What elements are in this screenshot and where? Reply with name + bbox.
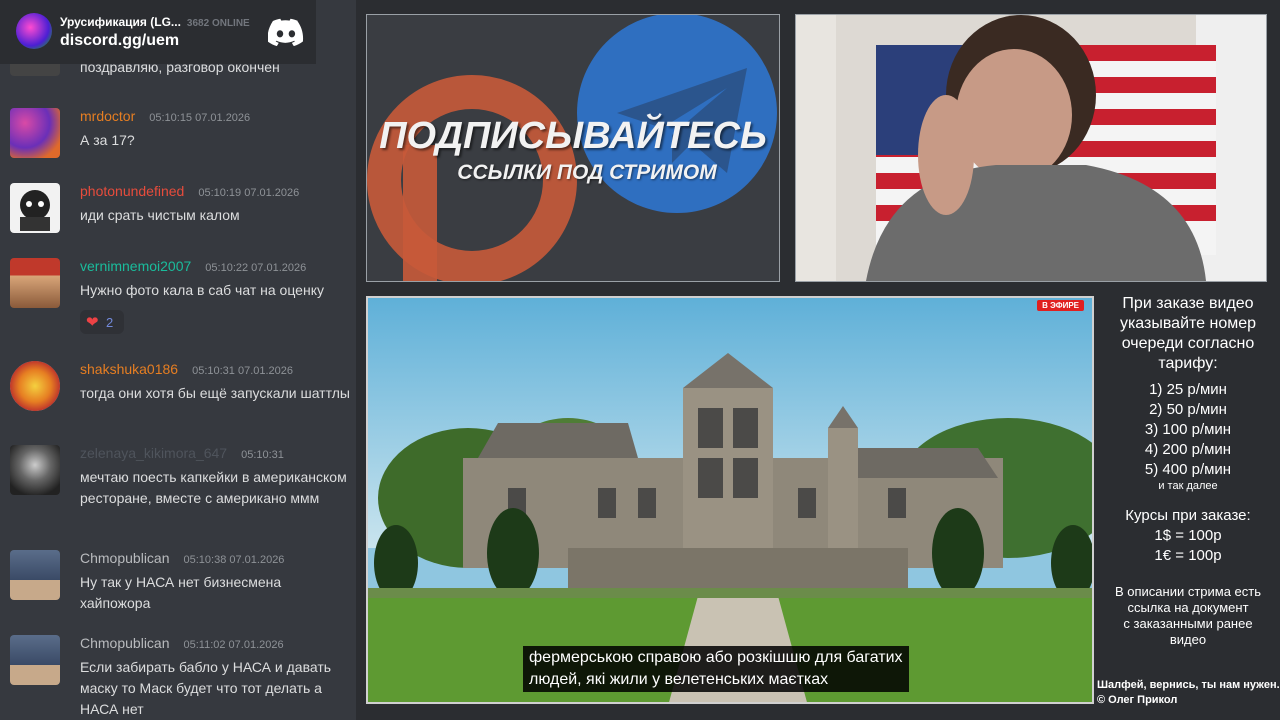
tariff-more: и так далее: [1158, 480, 1218, 492]
timestamp: 05:10:38 07.01.2026: [183, 554, 285, 566]
banner-title: ПОДПИСЫВАЙТЕСЬ: [379, 115, 767, 157]
message-text: Если забирать бабло у НАСА и давать маск…: [80, 659, 332, 717]
banner-subtitle: ССЫЛКИ ПОД СТРИМОМ: [457, 161, 717, 184]
credit-line: © Олег Прикол: [1097, 694, 1178, 706]
chat-message: Chmopublican 05:10:38 07.01.2026 Ну так у…: [0, 550, 356, 620]
timestamp: 05:11:02 07.01.2026: [183, 639, 284, 651]
avatar: [10, 183, 60, 233]
username[interactable]: Chmopublican 05:11:02 07.01.2026: [80, 635, 284, 651]
stream-description-note: В описании стрима есть ссылка на докумен…: [1114, 584, 1262, 647]
avatar: [10, 635, 60, 685]
chat-panel: поздравляю, разговор окончен mrdoctor 05:…: [0, 0, 356, 720]
avatar: [10, 258, 60, 308]
order-info-panel: При заказе видео указывайте номер очеред…: [1100, 294, 1276, 648]
credit-text: Шалфей, вернись, ты нам нужен. © Олег Пр…: [1097, 678, 1280, 708]
live-badge: В ЭФИРЕ: [1037, 300, 1084, 311]
message-text: иди срать чистым калом: [80, 207, 240, 223]
webcam-image: [796, 15, 1266, 281]
username[interactable]: zelenaya_kikimora_647 05:10:31: [80, 445, 284, 461]
timestamp: 05:10:22 07.01.2026: [205, 262, 307, 274]
message-text: Ну так у НАСА нет бизнесмена хайпожора: [80, 574, 282, 611]
chat-message: vernimnemoi2007 05:10:22 07.01.2026 Нужно…: [0, 258, 356, 338]
subtitle-line: людей, які жили у велетенських маєтках: [529, 671, 829, 688]
invite-link[interactable]: discord.gg/uem: [60, 32, 179, 50]
heart-icon: ❤: [86, 314, 99, 331]
discord-icon: [268, 18, 304, 46]
avatar: [10, 550, 60, 600]
server-name: Урусификация (LG... 3682 ONLINE: [60, 15, 250, 29]
avatar-icon: [20, 190, 50, 231]
subtitle-line: фермерською справою або розкішшю для баг…: [529, 649, 903, 666]
username[interactable]: shakshuka0186 05:10:31 07.01.2026: [80, 361, 293, 377]
tariff-item: 4) 200 р/мин: [1144, 441, 1232, 458]
avatar: [10, 108, 60, 158]
avatar: [10, 361, 60, 411]
webcam-feed: [795, 14, 1267, 282]
rate-item: 1€ = 100р: [1154, 547, 1222, 564]
username[interactable]: Chmopublican 05:10:38 07.01.2026: [80, 550, 284, 566]
rate-item: 1$ = 100р: [1154, 527, 1222, 544]
video-player[interactable]: В ЭФИРЕ фермерською справою або розкішшю…: [366, 296, 1094, 704]
rates-title: Курсы при заказе:: [1125, 507, 1251, 524]
subscribe-banner: ПОДПИСЫВАЙТЕСЬ ССЫЛКИ ПОД СТРИМОМ: [366, 14, 780, 282]
order-instructions: При заказе видео указывайте номер очеред…: [1119, 295, 1257, 372]
chat-message: zelenaya_kikimora_647 05:10:31 мечтаю пое…: [0, 445, 356, 535]
message-text: Нужно фото кала в саб чат на оценку: [80, 282, 324, 298]
chat-message: shakshuka0186 05:10:31 07.01.2026 тогда о…: [0, 361, 356, 431]
chat-message: Chmopublican 05:11:02 07.01.2026 Если заб…: [0, 635, 356, 720]
discord-server-badge[interactable]: Урусификация (LG... 3682 ONLINE discord.g…: [0, 0, 316, 64]
avatar: [10, 445, 60, 495]
chat-message: mrdoctor 05:10:15 07.01.2026 А за 17?: [0, 108, 356, 170]
server-logo: [16, 13, 52, 49]
tariff-item: 2) 50 р/мин: [1149, 401, 1227, 418]
video-frame: [368, 298, 1092, 702]
username[interactable]: photonundefined 05:10:19 07.01.2026: [80, 183, 299, 199]
rate-list: 1$ = 100р 1€ = 100р: [1100, 526, 1276, 566]
tariff-item: 3) 100 р/мин: [1144, 421, 1232, 438]
timestamp: 05:10:31 07.01.2026: [192, 365, 294, 377]
message-text: А за 17?: [80, 132, 135, 148]
username[interactable]: vernimnemoi2007 05:10:22 07.01.2026: [80, 258, 306, 274]
timestamp: 05:10:31: [241, 449, 284, 461]
chat-message: photonundefined 05:10:19 07.01.2026 иди с…: [0, 183, 356, 245]
tariff-item: 5) 400 р/мин: [1144, 461, 1232, 478]
patreon-logo-stem: [403, 145, 437, 281]
tariff-item: 1) 25 р/мин: [1149, 381, 1227, 398]
video-subtitles: фермерською справою або розкішшю для баг…: [523, 646, 909, 692]
reaction[interactable]: ❤ 2: [80, 310, 124, 334]
credit-line: Шалфей, вернись, ты нам нужен.: [1097, 679, 1280, 691]
message-text: мечтаю поесть капкейки в американском ре…: [80, 469, 347, 506]
message-text: тогда они хотя бы ещё запускали шаттлы: [80, 385, 350, 401]
reaction-count: 2: [106, 315, 114, 330]
online-count: 3682 ONLINE: [186, 18, 250, 29]
timestamp: 05:10:15 07.01.2026: [149, 112, 251, 124]
username[interactable]: mrdoctor 05:10:15 07.01.2026: [80, 108, 250, 124]
tariff-list: 1) 25 р/мин 2) 50 р/мин 3) 100 р/мин 4) …: [1100, 380, 1276, 480]
timestamp: 05:10:19 07.01.2026: [198, 187, 300, 199]
